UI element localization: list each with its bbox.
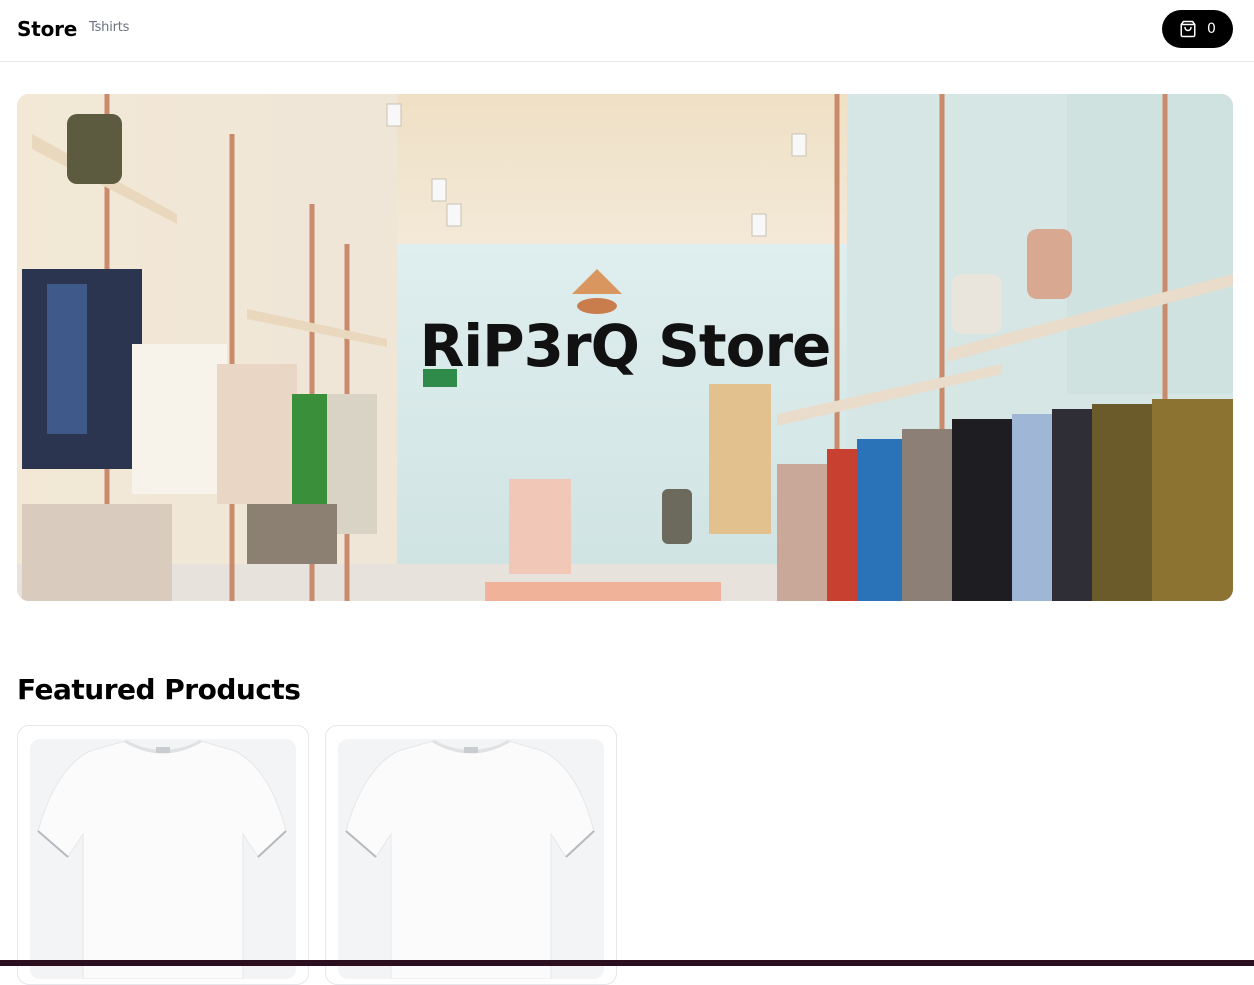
bottom-bar (0, 960, 1254, 966)
billboard: RiP3rQ Store (17, 94, 1233, 601)
shopping-bag-icon (1179, 20, 1197, 38)
product-card[interactable] (325, 725, 617, 985)
product-image (30, 739, 296, 979)
cart-button[interactable]: 0 (1162, 10, 1233, 48)
featured-products-title: Featured Products (17, 673, 301, 706)
product-card[interactable] (17, 725, 309, 985)
nav-link-tshirts[interactable]: Tshirts (89, 20, 129, 35)
billboard-title: RiP3rQ Store (419, 312, 832, 380)
store-logo-link[interactable]: Store (17, 17, 77, 41)
navbar: Store Tshirts 0 (0, 0, 1254, 62)
product-image (338, 739, 604, 979)
cart-count: 0 (1207, 21, 1216, 37)
